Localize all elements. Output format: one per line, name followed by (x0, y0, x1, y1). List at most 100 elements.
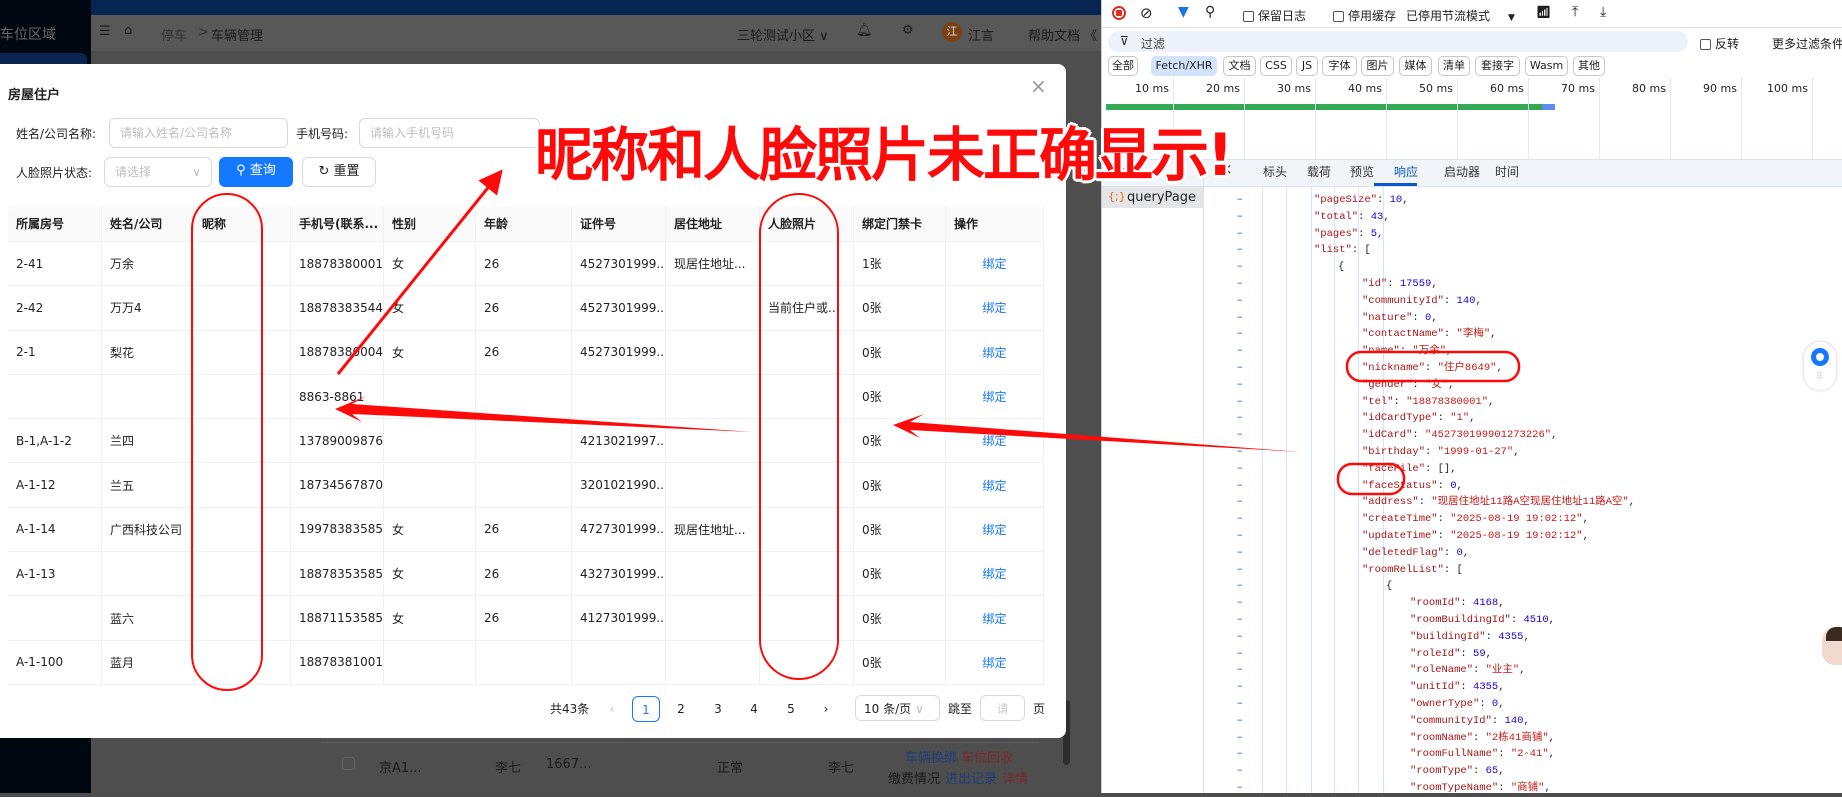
line-collapse-marker[interactable]: – (1237, 259, 1243, 272)
download-icon[interactable]: ⤓ (1600, 4, 1606, 20)
bind-link[interactable]: 绑定 (946, 374, 1044, 419)
detail-tab[interactable]: 载荷 (1307, 163, 1331, 180)
line-collapse-marker[interactable]: – (1237, 444, 1243, 457)
line-collapse-marker[interactable]: – (1237, 360, 1243, 373)
filter-chip[interactable]: Fetch/XHR (1151, 56, 1217, 76)
community-select[interactable]: 三轮测试小区 ∨ (737, 25, 829, 44)
filter-chip[interactable]: Wasm (1525, 56, 1568, 76)
bind-link[interactable]: 绑定 (946, 286, 1044, 330)
home-icon[interactable]: ⌂ (124, 23, 132, 38)
filter-chip[interactable]: 全部 (1108, 56, 1138, 76)
gear-icon[interactable]: ⚙ (902, 23, 914, 38)
bell-icon[interactable]: 🔔︎ (856, 23, 873, 38)
preserve-log-checkbox[interactable]: 保留日志 (1243, 7, 1306, 24)
floating-assistant-button[interactable]: ⠿ (1804, 342, 1836, 390)
line-collapse-marker[interactable]: – (1237, 192, 1243, 205)
line-collapse-marker[interactable]: – (1237, 578, 1243, 591)
search-icon[interactable]: ⚲ (1205, 4, 1215, 20)
page-size-select[interactable]: 10 条/页 ∨ (855, 695, 940, 721)
page-5-button[interactable]: 5 (778, 696, 804, 722)
help-docs-link[interactable]: 帮助文档 《 (1028, 25, 1097, 44)
line-collapse-marker[interactable]: – (1237, 427, 1243, 440)
close-icon[interactable]: × (1030, 74, 1047, 98)
line-collapse-marker[interactable]: – (1237, 478, 1243, 491)
prev-page-button[interactable]: ‹ (604, 696, 620, 722)
line-collapse-marker[interactable]: – (1237, 377, 1243, 390)
name-filter-input[interactable]: 请输入姓名/公司名称 (109, 118, 288, 148)
line-collapse-marker[interactable]: – (1237, 545, 1243, 558)
reclaim-space-link[interactable]: 车位回收 (961, 747, 1013, 766)
invert-checkbox[interactable]: 反转 (1700, 35, 1739, 52)
record-icon[interactable] (1112, 6, 1126, 20)
bind-link[interactable]: 绑定 (946, 242, 1044, 286)
line-collapse-marker[interactable]: – (1237, 276, 1243, 289)
line-collapse-marker[interactable]: – (1237, 326, 1243, 339)
next-page-button[interactable]: › (818, 696, 834, 722)
detail-tab[interactable]: 启动器 (1444, 163, 1480, 180)
line-collapse-marker[interactable]: – (1237, 343, 1243, 356)
detail-tab[interactable]: 时间 (1495, 163, 1519, 180)
drag-handle-icon[interactable]: ⠿ (1816, 372, 1823, 382)
sidebar-item-parking-area[interactable]: 车位区域 (0, 24, 56, 44)
line-collapse-marker[interactable]: – (1237, 713, 1243, 726)
line-collapse-marker[interactable]: – (1237, 763, 1243, 776)
filter-chip[interactable]: 媒体 (1399, 56, 1432, 76)
filter-chip[interactable]: JS (1296, 56, 1318, 76)
breadcrumb-parent[interactable]: 停车 (161, 25, 187, 44)
network-conditions-icon[interactable]: 📶︎ (1536, 5, 1551, 19)
filter-chip[interactable]: 清单 (1438, 56, 1470, 76)
filter-chip[interactable]: 套接字 (1475, 56, 1520, 76)
bind-link[interactable]: 绑定 (946, 596, 1044, 640)
bind-link[interactable]: 绑定 (946, 419, 1044, 463)
face-status-select[interactable]: 请选择 ∨ (104, 157, 212, 187)
payment-link[interactable]: 缴费情况 (888, 768, 940, 787)
line-collapse-marker[interactable]: – (1237, 696, 1243, 709)
line-collapse-marker[interactable]: – (1237, 511, 1243, 524)
line-collapse-marker[interactable]: – (1237, 494, 1243, 507)
user-name[interactable]: 江言 (968, 25, 994, 44)
search-button[interactable]: ⚲ 查询 (219, 157, 293, 187)
line-collapse-marker[interactable]: – (1237, 293, 1243, 306)
row-checkbox[interactable] (342, 757, 355, 770)
filter-icon[interactable]: ▼ (1178, 4, 1189, 20)
assistant-avatar[interactable] (1822, 627, 1842, 665)
access-records-link[interactable]: 进出记录 (945, 768, 997, 787)
filter-chip[interactable]: 文档 (1223, 56, 1256, 76)
line-collapse-marker[interactable]: – (1237, 780, 1243, 793)
upload-icon[interactable]: ⤒ (1572, 4, 1578, 20)
phone-filter-input[interactable]: 请输入手机号码 (359, 118, 540, 148)
page-2-button[interactable]: 2 (668, 696, 694, 722)
filter-chip[interactable]: 图片 (1361, 56, 1394, 76)
line-collapse-marker[interactable]: – (1237, 595, 1243, 608)
reset-button[interactable]: ↻ 重置 (302, 157, 376, 187)
detail-tab[interactable]: 标头 (1263, 163, 1287, 180)
detail-tab[interactable]: 预览 (1350, 163, 1374, 180)
menu-fold-icon[interactable]: ☰ (99, 24, 111, 39)
line-collapse-marker[interactable]: – (1237, 461, 1243, 474)
avatar[interactable]: 江 (942, 22, 962, 42)
bind-link[interactable]: 绑定 (946, 330, 1044, 374)
filter-chip[interactable]: CSS (1260, 56, 1292, 76)
bind-link[interactable]: 绑定 (946, 507, 1044, 552)
line-collapse-marker[interactable]: – (1237, 562, 1243, 575)
page-4-button[interactable]: 4 (741, 696, 767, 722)
line-collapse-marker[interactable]: – (1237, 612, 1243, 625)
page-3-button[interactable]: 3 (705, 696, 731, 722)
line-collapse-marker[interactable]: – (1237, 662, 1243, 675)
bind-link[interactable]: 绑定 (946, 552, 1044, 596)
page-1-button[interactable]: 1 (632, 696, 660, 722)
bind-link[interactable]: 绑定 (946, 463, 1044, 507)
line-collapse-marker[interactable]: – (1237, 242, 1243, 255)
throttling-select[interactable]: 已停用节流模式 ▼ (1406, 7, 1515, 24)
clear-icon[interactable]: ⊘ (1140, 4, 1153, 22)
line-collapse-marker[interactable]: – (1237, 310, 1243, 323)
details-link[interactable]: 详情 (1002, 768, 1028, 787)
line-collapse-marker[interactable]: – (1237, 410, 1243, 423)
rebind-vehicle-link[interactable]: 车辆换绑 (905, 747, 957, 766)
detail-tab[interactable]: 响应 (1394, 163, 1418, 180)
line-collapse-marker[interactable]: – (1237, 629, 1243, 642)
filter-chip[interactable]: 其他 (1573, 56, 1605, 76)
line-collapse-marker[interactable]: – (1237, 730, 1243, 743)
more-filters-button[interactable]: 更多过滤条件 (1772, 35, 1842, 52)
line-collapse-marker[interactable]: – (1237, 209, 1243, 222)
